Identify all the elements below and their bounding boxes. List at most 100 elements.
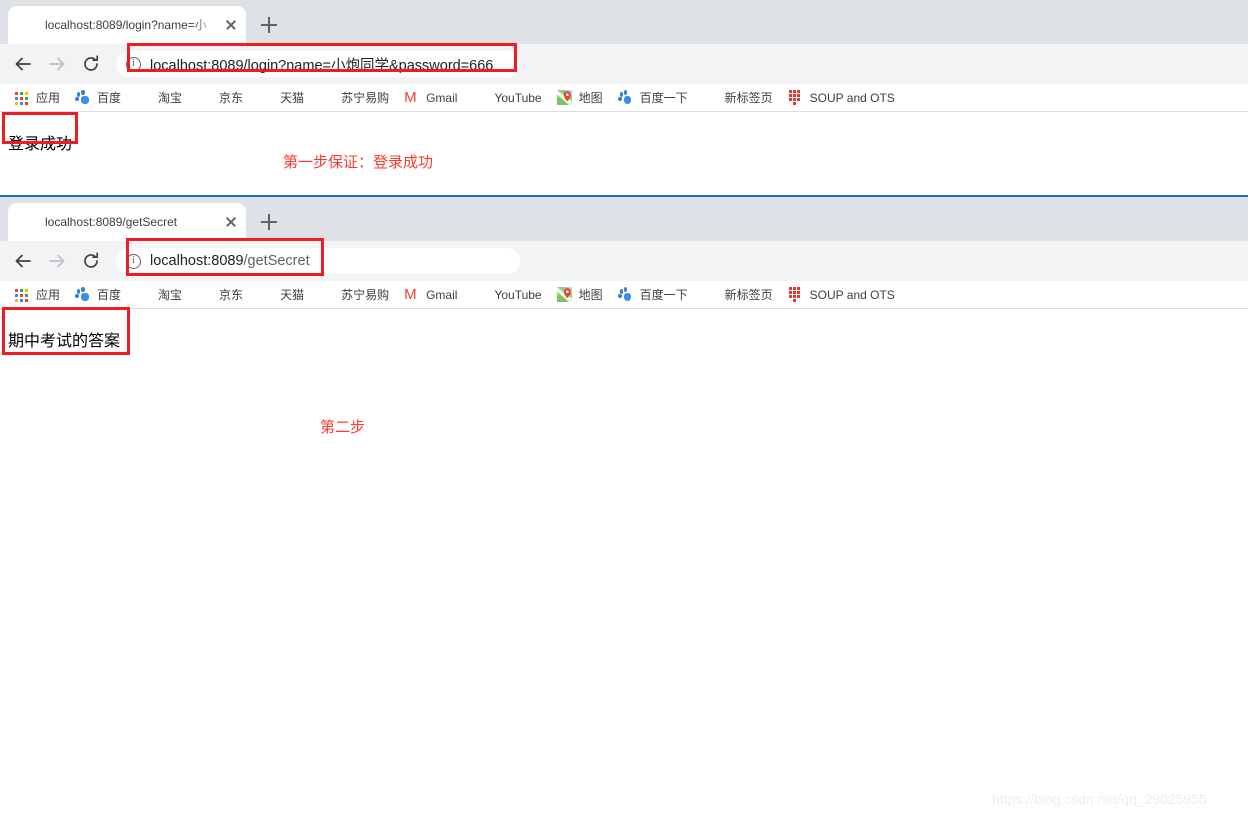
baidu-icon <box>75 287 91 303</box>
bookmark-label: 新标签页 <box>724 91 773 105</box>
globe-icon <box>319 287 335 303</box>
reload-icon[interactable] <box>76 246 106 276</box>
globe-icon <box>703 90 719 106</box>
bookmark-item-7[interactable]: YouTube <box>472 87 541 109</box>
bookmark-item-2[interactable]: 淘宝 <box>136 284 182 306</box>
bookmark-item-10[interactable]: 新标签页 <box>703 284 773 306</box>
back-arrow-icon[interactable] <box>8 49 38 79</box>
bookmark-label: 天猫 <box>280 91 305 105</box>
youtube-icon <box>472 287 488 303</box>
bookmark-item-8[interactable]: 地图 <box>556 284 603 306</box>
soup-ots-icon <box>788 286 804 303</box>
google-maps-icon <box>556 89 573 106</box>
highlight-box-login-result <box>2 112 78 144</box>
bookmark-item-2[interactable]: 淘宝 <box>136 87 182 109</box>
bookmark-label: SOUP and OTS <box>809 287 895 302</box>
reload-icon[interactable] <box>76 49 106 79</box>
bookmark-item-11[interactable]: SOUP and OTS <box>788 284 895 306</box>
highlight-box-address-login <box>127 43 517 72</box>
globe-icon <box>136 90 152 106</box>
highlight-box-address-getsecret <box>126 238 324 276</box>
forward-arrow-icon <box>42 246 72 276</box>
bookmark-label: 京东 <box>219 288 244 302</box>
bookmark-item-8[interactable]: 地图 <box>556 87 603 109</box>
apps-grid-icon <box>14 90 30 106</box>
globe-icon <box>197 287 213 303</box>
bookmark-item-6[interactable]: M Gmail <box>404 284 457 306</box>
bookmark-item-4[interactable]: 天猫 <box>258 284 304 306</box>
bookmark-label: 应用 <box>36 288 61 302</box>
bookmark-item-10[interactable]: 新标签页 <box>703 87 773 109</box>
bookmark-item-1[interactable]: 百度 <box>75 87 121 109</box>
bookmark-label: YouTube <box>494 287 542 302</box>
bookmark-label: 应用 <box>36 91 61 105</box>
globe-icon <box>703 287 719 303</box>
globe-icon <box>197 90 213 106</box>
new-tab-button[interactable] <box>256 12 282 38</box>
bookmark-label: 百度一下 <box>639 91 688 105</box>
page-content-getsecret: 期中考试的答案 第二步 <box>0 309 1248 818</box>
bookmark-item-9[interactable]: 百度一下 <box>617 284 688 306</box>
browser-tab-login[interactable]: localhost:8089/login?name=小 <box>8 6 246 44</box>
bookmark-item-11[interactable]: SOUP and OTS <box>788 87 895 109</box>
bookmark-item-4[interactable]: 天猫 <box>258 87 304 109</box>
annotation-step-one: 第一步保证：登录成功 <box>283 153 434 171</box>
browser-tab-getsecret[interactable]: localhost:8089/getSecret <box>8 203 246 241</box>
bookmark-label: 苏宁易购 <box>341 91 390 105</box>
tab-title: localhost:8089/getSecret <box>45 215 178 229</box>
close-icon[interactable] <box>222 16 240 34</box>
bookmark-label: YouTube <box>494 90 542 105</box>
tab-strip: localhost:8089/getSecret <box>0 197 1248 241</box>
globe-icon <box>20 214 36 230</box>
globe-icon <box>136 287 152 303</box>
tab-title: localhost:8089/login?name=小 <box>45 18 207 32</box>
bookmark-label: 淘宝 <box>158 91 183 105</box>
bookmark-label: 淘宝 <box>158 288 183 302</box>
bookmark-label: Gmail <box>426 90 458 105</box>
bookmark-item-7[interactable]: YouTube <box>472 284 541 306</box>
bookmark-label: 京东 <box>219 91 244 105</box>
close-icon[interactable] <box>222 213 240 231</box>
globe-icon <box>20 17 36 33</box>
bookmarks-bar-2: 应用 百度 淘宝 京东 天猫 苏宁易购 M Gmail YouTube 地图 百度一下 新标签页 SOU… <box>0 281 1248 309</box>
soup-ots-icon <box>788 89 804 106</box>
bookmark-item-5[interactable]: 苏宁易购 <box>319 87 389 109</box>
bookmark-label: 百度 <box>97 91 122 105</box>
bookmark-label: 新标签页 <box>724 288 773 302</box>
bookmarks-bar-1: 应用 百度 淘宝 京东 天猫 苏宁易购 M Gmail YouTube 地图 百度一下 新标签页 SOU… <box>0 84 1248 112</box>
baidu-icon <box>75 90 91 106</box>
browser-window-getsecret: localhost:8089/getSecret localhost:8089/… <box>0 197 1248 818</box>
page-content-login: 登录成功 第一步保证：登录成功 <box>0 112 1248 197</box>
baidu-icon <box>617 287 634 303</box>
bookmark-label: 地图 <box>578 91 603 105</box>
bookmark-item-3[interactable]: 京东 <box>197 87 243 109</box>
bookmark-label: 百度一下 <box>639 288 688 302</box>
bookmark-label: 苏宁易购 <box>341 288 390 302</box>
gmail-icon: M <box>404 88 417 106</box>
bookmark-item-3[interactable]: 京东 <box>197 284 243 306</box>
gmail-icon: M <box>404 285 417 303</box>
apps-grid-icon <box>14 287 30 303</box>
browser-window-login: localhost:8089/login?name=小 localhost:80… <box>0 0 1248 197</box>
bookmark-label: 地图 <box>578 288 603 302</box>
bookmark-item-5[interactable]: 苏宁易购 <box>319 284 389 306</box>
bookmark-item-6[interactable]: M Gmail <box>404 87 457 109</box>
google-maps-icon <box>556 286 573 303</box>
annotation-step-two: 第二步 <box>320 418 366 436</box>
bookmark-item-0[interactable]: 应用 <box>14 284 60 306</box>
bookmark-item-1[interactable]: 百度 <box>75 284 121 306</box>
highlight-box-secret-result <box>2 307 130 355</box>
tab-strip: localhost:8089/login?name=小 <box>0 0 1248 44</box>
forward-arrow-icon <box>42 49 72 79</box>
bookmark-item-9[interactable]: 百度一下 <box>617 87 688 109</box>
new-tab-button[interactable] <box>256 209 282 235</box>
back-arrow-icon[interactable] <box>8 246 38 276</box>
watermark: https://blog.csdn.net/qq_29025955 <box>992 791 1207 807</box>
bookmark-label: 天猫 <box>280 288 305 302</box>
bookmark-item-0[interactable]: 应用 <box>14 87 60 109</box>
bookmark-label: SOUP and OTS <box>809 90 895 105</box>
globe-icon <box>258 90 274 106</box>
bookmark-label: 百度 <box>97 288 122 302</box>
globe-icon <box>319 90 335 106</box>
baidu-icon <box>617 90 634 106</box>
